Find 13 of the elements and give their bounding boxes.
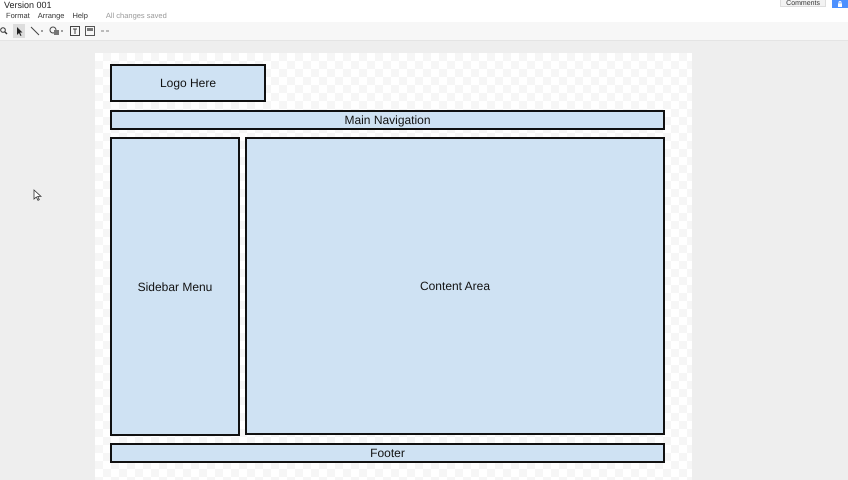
shape-tool-icon[interactable]	[49, 26, 65, 36]
content-block: Content Area	[245, 137, 665, 435]
footer-block: Footer	[110, 443, 665, 463]
line-tool-icon[interactable]	[30, 26, 44, 36]
zoom-icon[interactable]	[0, 26, 8, 36]
image-icon[interactable]	[85, 26, 95, 36]
navigation-bar: Main Navigation	[110, 110, 665, 130]
mouse-pointer-icon	[33, 189, 42, 201]
document-title[interactable]: Version 001	[4, 0, 52, 10]
share-button[interactable]	[832, 0, 848, 8]
text-box-icon[interactable]	[70, 26, 80, 36]
logo-block: Logo Here	[110, 64, 266, 102]
sidebar-block: Sidebar Menu	[110, 137, 240, 436]
